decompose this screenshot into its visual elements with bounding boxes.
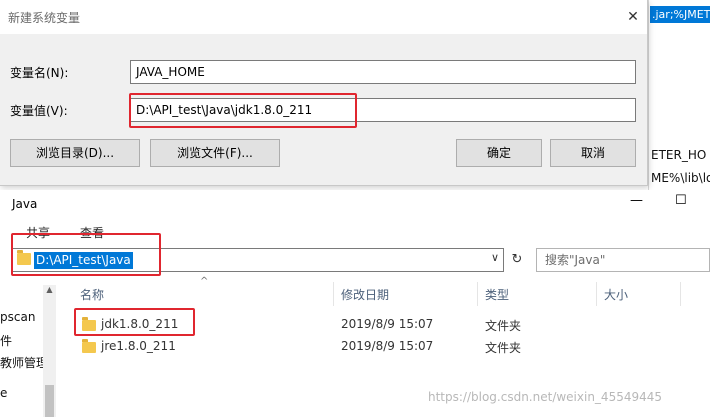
- ok-button[interactable]: 确定: [456, 139, 542, 167]
- watermark: https://blog.csdn.net/weixin_45549445: [428, 390, 663, 404]
- file-modified: 2019/8/9 15:07: [341, 317, 434, 331]
- search-input[interactable]: 搜索"Java": [536, 248, 710, 272]
- column-divider[interactable]: [680, 282, 681, 306]
- column-divider[interactable]: [333, 282, 334, 306]
- maximize-icon[interactable]: ☐: [675, 193, 687, 208]
- close-icon[interactable]: ✕: [620, 4, 646, 30]
- dialog-title: 新建系统变量: [8, 11, 81, 25]
- browse-directory-button[interactable]: 浏览目录(D)...: [10, 139, 140, 167]
- file-type: 文件夹: [485, 341, 522, 355]
- background-text-line: ME%\lib\lo: [651, 171, 710, 185]
- highlight-box: [129, 93, 357, 128]
- nav-item[interactable]: 件: [0, 332, 12, 349]
- column-header-name[interactable]: 名称: [80, 286, 104, 303]
- file-modified: 2019/8/9 15:07: [341, 339, 434, 353]
- new-system-variable-dialog: 新建系统变量 ✕ 变量名(N): JAVA_HOME 变量值(V): D:\AP…: [0, 0, 648, 186]
- highlight-box: [11, 233, 161, 276]
- dialog-title-bar: 新建系统变量 ✕: [0, 0, 647, 34]
- explorer-title: Java: [12, 197, 38, 211]
- column-header-modified[interactable]: 修改日期: [341, 286, 389, 303]
- highlight-box: [74, 308, 195, 336]
- nav-item[interactable]: e: [0, 386, 7, 400]
- browse-file-button[interactable]: 浏览文件(F)...: [150, 139, 280, 167]
- sort-arrow-icon: ^: [200, 276, 209, 287]
- background-text-line: ETER_HO: [651, 148, 707, 162]
- file-name: jre1.8.0_211: [101, 339, 176, 353]
- refresh-icon[interactable]: ↻: [507, 250, 527, 270]
- column-divider[interactable]: [596, 282, 597, 306]
- variable-value-label: 变量值(V):: [10, 104, 68, 118]
- minimize-icon[interactable]: —: [630, 193, 643, 208]
- variable-name-input[interactable]: JAVA_HOME: [130, 60, 636, 84]
- file-type: 文件夹: [485, 319, 522, 333]
- cancel-button[interactable]: 取消: [550, 139, 636, 167]
- nav-scrollbar[interactable]: ▲: [43, 285, 56, 417]
- folder-icon: [82, 339, 96, 353]
- chevron-down-icon[interactable]: ∨: [491, 251, 499, 264]
- nav-item[interactable]: pscan: [0, 310, 35, 324]
- column-divider[interactable]: [477, 282, 478, 306]
- column-header-type[interactable]: 类型: [485, 286, 509, 303]
- file-explorer-window: Java — ☐ 共享 查看 D:\API_test\Java ∨ ↻ 搜索"J…: [0, 190, 710, 417]
- background-selected-text: .jar;%JMETE: [650, 6, 710, 23]
- scrollbar-thumb[interactable]: [45, 385, 54, 417]
- nav-item[interactable]: 教师管理: [0, 354, 48, 371]
- column-header-size[interactable]: 大小: [604, 286, 628, 303]
- scroll-up-icon[interactable]: ▲: [44, 285, 55, 294]
- variable-name-label: 变量名(N):: [10, 66, 69, 80]
